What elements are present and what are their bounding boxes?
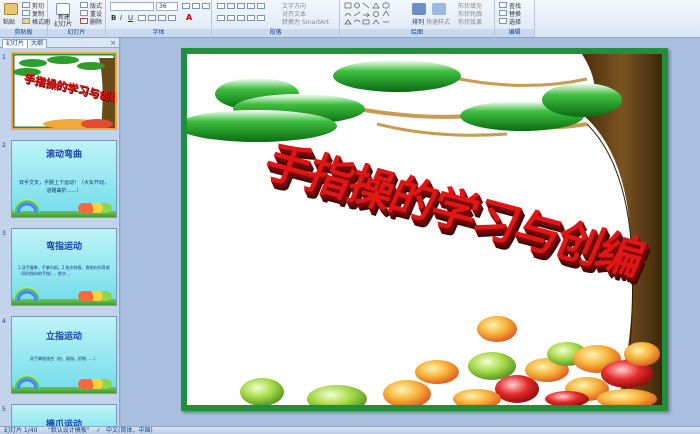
editing-group: 查找 替换 选择 编辑 bbox=[495, 0, 535, 38]
thumbnail-number: 1 bbox=[2, 54, 6, 61]
thumbnail-title: 滚动弯曲 bbox=[45, 150, 82, 160]
change-case-icon[interactable] bbox=[168, 15, 176, 21]
thumbnail-row-5[interactable]: 5 摘爪运动 bbox=[0, 404, 119, 426]
fruit-icon bbox=[78, 203, 112, 213]
thumbnail-text: 1.双手握拳，手掌向前。2.依次伸直、食指向内弯曲（同时指向的手指）、依次… bbox=[18, 265, 110, 276]
thumbnail-number: 2 bbox=[2, 142, 6, 149]
thumbnail-title: 摘爪运动 bbox=[45, 420, 82, 426]
delete-icon[interactable] bbox=[80, 18, 88, 24]
thumbnail-number: 4 bbox=[2, 318, 6, 325]
arrange-button[interactable]: 排列 bbox=[412, 17, 424, 26]
smartart-button[interactable]: 转换为 SmartArt bbox=[282, 17, 329, 26]
shape-effects-button[interactable]: 形状效果 bbox=[458, 17, 482, 26]
thumbnail-number: 3 bbox=[2, 230, 6, 237]
font-size-box[interactable]: 36 bbox=[156, 2, 178, 11]
status-bar: 幻灯片 1/40 "默认设计模板" ✓ 中文(简体，中国) bbox=[0, 426, 700, 434]
slide-thumbnail-pane: 幻灯片 大纲 × 1 手指操的学习与创编 2 滚动弯曲 双手交叉，手腕上下运动！… bbox=[0, 38, 120, 426]
tab-outline[interactable]: 大纲 bbox=[27, 39, 48, 48]
replace-icon[interactable] bbox=[499, 10, 507, 16]
theme-name: "默认设计模板" bbox=[48, 427, 90, 434]
paste-icon[interactable] bbox=[4, 3, 18, 15]
font-color-icon[interactable]: A bbox=[186, 13, 192, 22]
slide-thumbnail-5[interactable]: 摘爪运动 bbox=[11, 404, 117, 426]
cut-icon[interactable] bbox=[22, 2, 30, 8]
quick-styles-icon[interactable] bbox=[432, 3, 446, 15]
thumbnail-text: 双手掌指张合（拍、敲指、抓物……） bbox=[30, 356, 98, 361]
shadow-icon[interactable] bbox=[148, 15, 156, 21]
clear-format-icon[interactable] bbox=[202, 3, 210, 9]
font-label: 字体 bbox=[106, 29, 211, 37]
font-name-box[interactable] bbox=[110, 2, 154, 11]
copy-icon[interactable] bbox=[22, 10, 30, 16]
char-spacing-icon[interactable] bbox=[158, 15, 166, 21]
italic-icon[interactable]: I bbox=[120, 14, 122, 22]
slide-count: 幻灯片 1/40 bbox=[4, 427, 38, 434]
slides-group: 新建 幻灯片 版式 重设 删除 幻灯片 bbox=[48, 0, 106, 38]
arrange-icon[interactable] bbox=[412, 3, 426, 15]
thumbnail-row-2[interactable]: 2 滚动弯曲 双手交叉，手腕上下运动！（大车开动，道路曲折……） bbox=[0, 140, 119, 222]
thumbnail-row-4[interactable]: 4 立指运动 双手掌指张合（拍、敲指、抓物……） bbox=[0, 316, 119, 398]
numbering-icon[interactable] bbox=[227, 3, 235, 9]
clipboard-label: 剪贴板 bbox=[0, 29, 47, 37]
close-icon[interactable]: × bbox=[110, 39, 116, 47]
tab-slides[interactable]: 幻灯片 bbox=[2, 39, 29, 48]
layout-icon[interactable] bbox=[80, 2, 88, 8]
grow-font-icon[interactable] bbox=[182, 3, 190, 9]
strikethrough-icon[interactable] bbox=[138, 15, 146, 21]
paste-button[interactable]: 粘贴 bbox=[3, 17, 15, 26]
ribbon: 粘贴 剪切 复制 格式刷 剪贴板 新建 幻灯片 版式 重设 删除 幻灯片 36 … bbox=[0, 0, 700, 38]
delete-button[interactable]: 删除 bbox=[90, 17, 102, 26]
thumbnail-text: 双手交叉，手腕上下运动！（大车开动，道路曲折……） bbox=[18, 180, 109, 194]
thumbnail-row-3[interactable]: 3 弯指运动 1.双手握拳，手掌向前。2.依次伸直、食指向内弯曲（同时指向的手指… bbox=[0, 228, 119, 310]
justify-icon[interactable] bbox=[247, 15, 255, 21]
select-icon[interactable] bbox=[499, 18, 507, 24]
slides-label: 幻灯片 bbox=[48, 29, 105, 37]
find-icon[interactable] bbox=[499, 2, 507, 8]
slide-thumbnail-1[interactable]: 手指操的学习与创编 bbox=[11, 52, 117, 130]
paragraph-label: 段落 bbox=[212, 29, 339, 37]
align-center-icon[interactable] bbox=[227, 15, 235, 21]
editing-label: 编辑 bbox=[495, 29, 534, 37]
line-spacing-icon[interactable] bbox=[257, 3, 265, 9]
pane-tabs: 幻灯片 大纲 × bbox=[0, 38, 119, 48]
slide-thumbnail-2[interactable]: 滚动弯曲 双手交叉，手腕上下运动！（大车开动，道路曲折……） bbox=[11, 140, 117, 218]
new-slide-button-2[interactable]: 幻灯片 bbox=[54, 19, 72, 28]
decrease-indent-icon[interactable] bbox=[237, 3, 245, 9]
align-left-icon[interactable] bbox=[217, 15, 225, 21]
bullets-icon[interactable] bbox=[217, 3, 225, 9]
format-painter-icon[interactable] bbox=[22, 18, 30, 24]
fruit-icon bbox=[78, 291, 112, 301]
spellcheck-icon[interactable]: ✓ bbox=[96, 427, 101, 434]
shapes-gallery-icon[interactable] bbox=[344, 2, 404, 26]
fruit-icon bbox=[78, 379, 112, 389]
current-slide[interactable]: 手指操的学习与创编 bbox=[181, 48, 668, 411]
thumbnail-title: 立指运动 bbox=[45, 332, 82, 342]
shrink-font-icon[interactable] bbox=[192, 3, 200, 9]
thumbnail-title: 弯指运动 bbox=[45, 242, 82, 252]
select-button[interactable]: 选择 bbox=[509, 17, 521, 26]
font-group: 36 B I U A 字体 bbox=[106, 0, 212, 38]
quick-styles-button[interactable]: 快速样式 bbox=[426, 17, 450, 26]
slide-thumbnail-4[interactable]: 立指运动 双手掌指张合（拍、敲指、抓物……） bbox=[11, 316, 117, 394]
align-right-icon[interactable] bbox=[237, 15, 245, 21]
drawing-label: 绘图 bbox=[340, 29, 494, 37]
thumbnail-number: 5 bbox=[2, 406, 6, 413]
language: 中文(简体，中国) bbox=[106, 427, 153, 434]
clipboard-group: 粘贴 剪切 复制 格式刷 剪贴板 bbox=[0, 0, 50, 38]
columns-icon[interactable] bbox=[257, 15, 265, 21]
slide-thumbnail-3[interactable]: 弯指运动 1.双手握拳，手掌向前。2.依次伸直、食指向内弯曲（同时指向的手指）、… bbox=[11, 228, 117, 306]
slide-editor-area: 手指操的学习与创编 bbox=[121, 38, 700, 426]
bold-icon[interactable]: B bbox=[111, 14, 116, 22]
increase-indent-icon[interactable] bbox=[247, 3, 255, 9]
underline-icon[interactable]: U bbox=[128, 14, 133, 22]
drawing-group: 排列 快速样式 形状填充 形状轮廓 形状效果 绘图 bbox=[340, 0, 495, 38]
thumbnail-row-1[interactable]: 1 手指操的学习与创编 bbox=[0, 52, 119, 134]
paragraph-group: 文字方向 对齐文本 转换为 SmartArt 段落 bbox=[212, 0, 340, 38]
reset-icon[interactable] bbox=[80, 10, 88, 16]
